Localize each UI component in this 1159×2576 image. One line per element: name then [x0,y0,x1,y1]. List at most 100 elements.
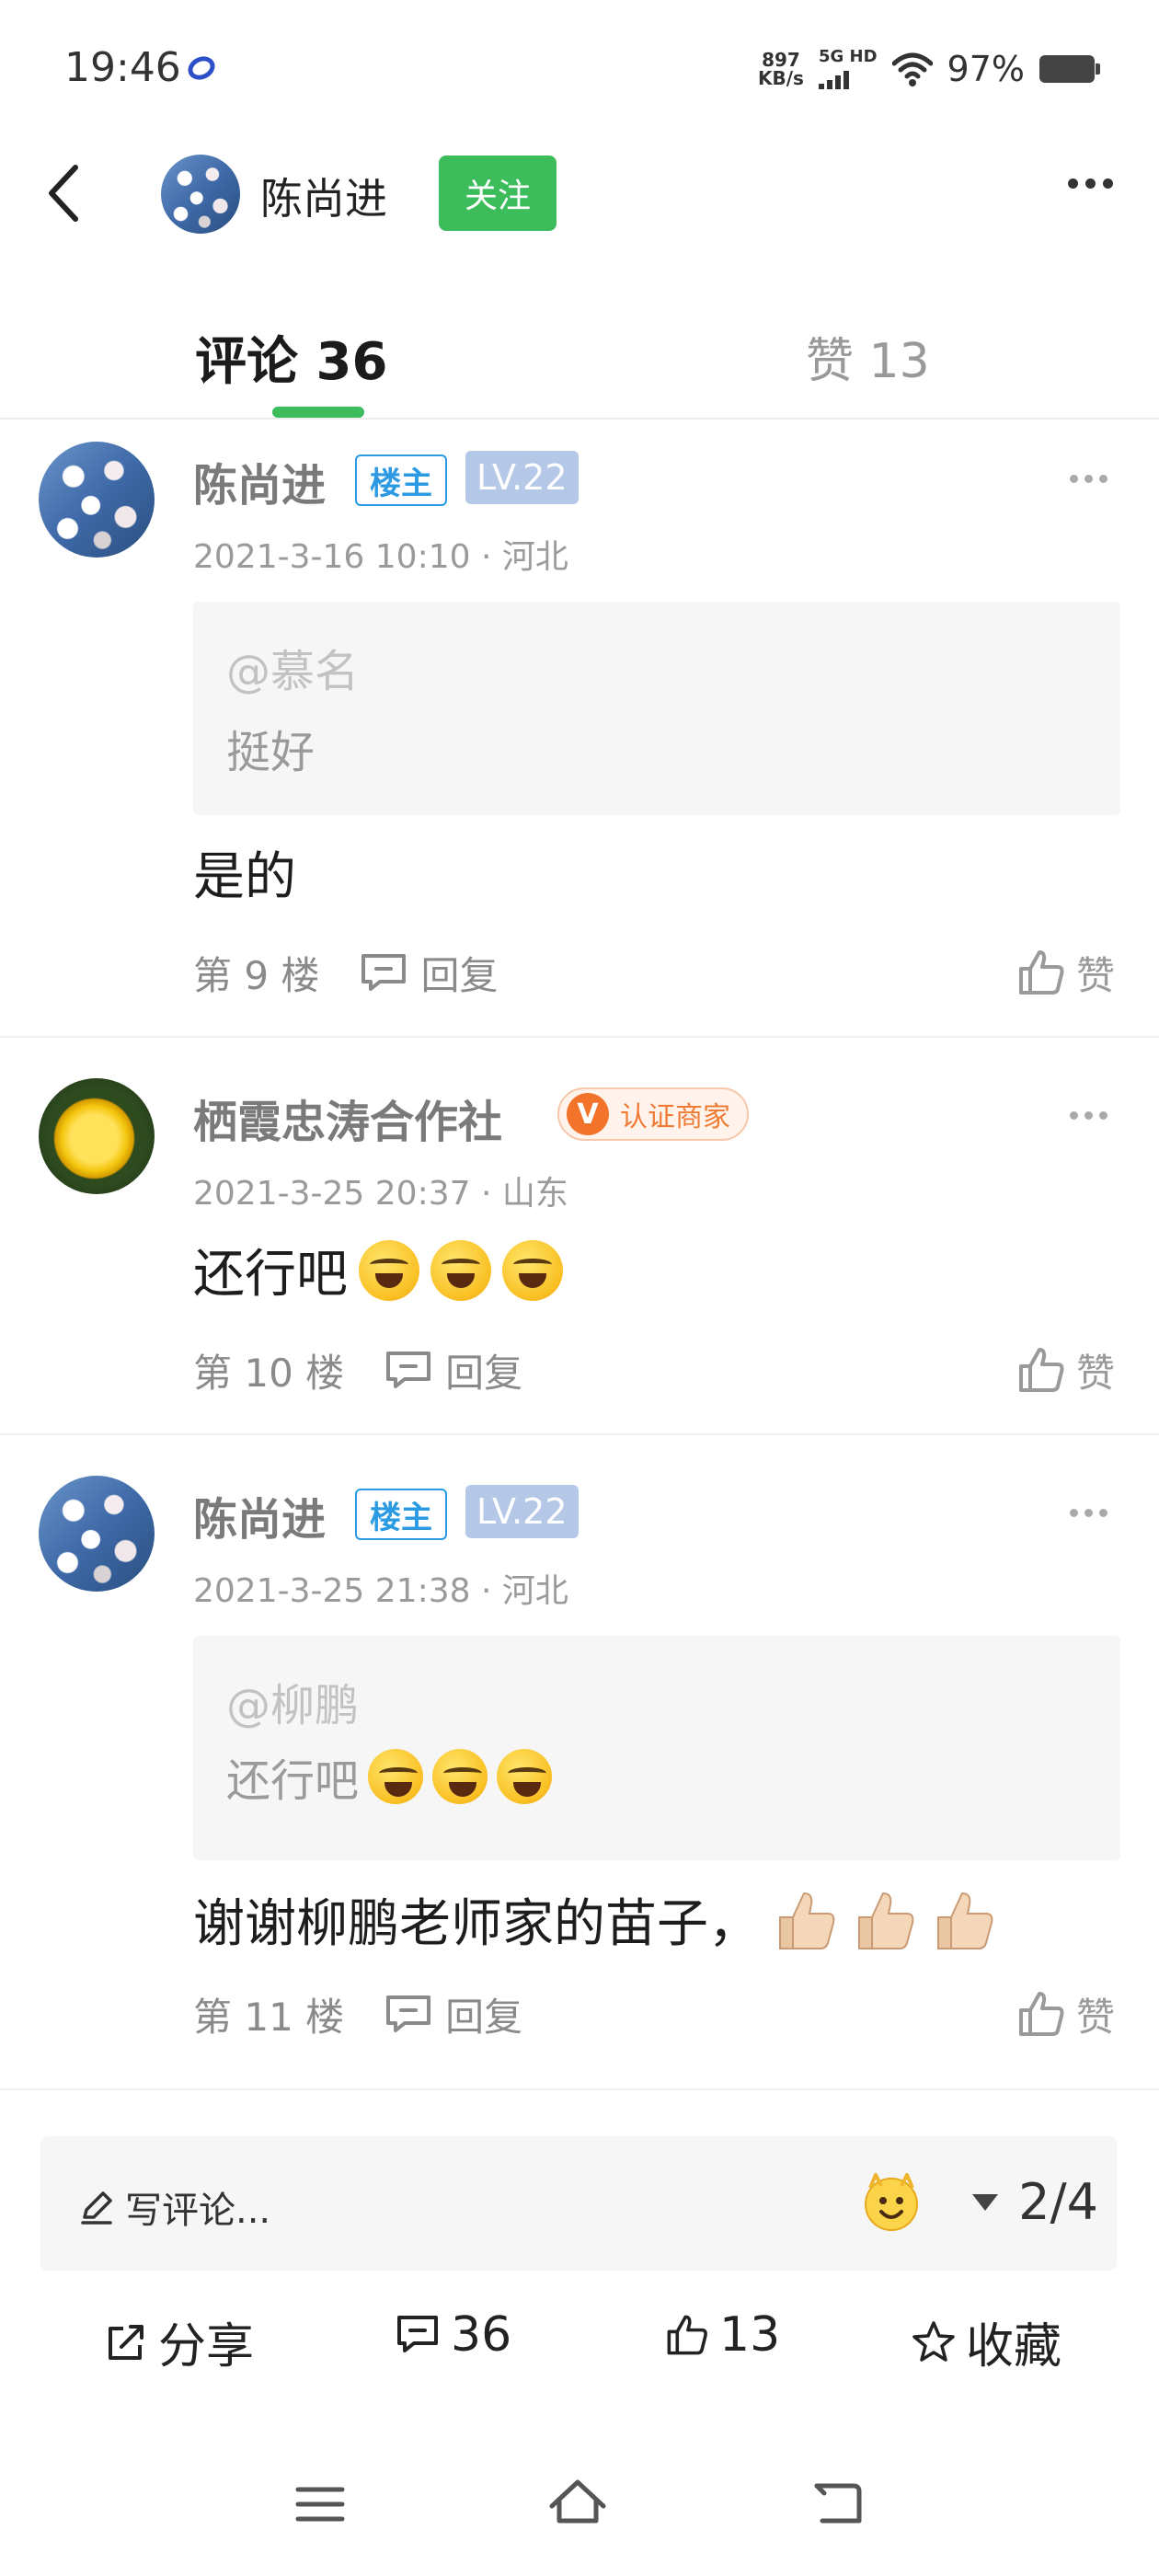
quoted-text: 挺好 [226,727,316,778]
comment-input[interactable]: 写评论... [77,2180,270,2234]
reply-button[interactable]: 回复 [383,1986,522,2042]
status-indicators: 897 KB/s 5G HD 97% [758,46,1100,92]
comment-footer: 第 11 楼 回复 赞 [193,1982,1115,2046]
like-label: 赞 [1075,1350,1115,1396]
app-screen: 19:46 897 KB/s 5G HD 97% 陈尚进 关注 评论 36 赞 … [0,0,1159,2576]
commenter-name[interactable]: 陈尚进 [193,1483,326,1547]
quoted-user: @柳鹏 [226,1680,360,1731]
comment-more-icon[interactable] [1070,475,1107,483]
comment-input-bar[interactable]: 写评论... 2/4 [40,2136,1117,2271]
action-bar: 分享 36 13 收藏 [0,2291,1159,2383]
author-avatar[interactable] [161,155,240,234]
follow-button[interactable]: 关注 [439,155,557,231]
comment-item: 陈尚进 楼主 LV.22 2021-3-16 10:10 · 河北 @慕名 挺好… [0,421,1159,1038]
page-indicator-dropdown[interactable]: 2/4 [972,2173,1098,2231]
comment-text-body: 谢谢柳鹏老师家的苗子， [193,1894,760,1954]
level-badge: LV.22 [465,1485,579,1538]
home-icon[interactable] [548,2475,607,2534]
reply-icon [361,954,407,991]
quoted-text: 还行吧 [226,1744,553,1809]
comment-date: 2021-3-16 10:10 [193,538,471,576]
favorite-label: 收藏 [966,2319,1062,2375]
thumbs-up-icon [1018,1992,1064,2036]
grin-emoji-icon [430,1239,491,1301]
grin-emoji-icon [359,1239,419,1301]
like-post-button[interactable]: 13 [664,2307,780,2363]
header: 陈尚进 关注 [0,138,1159,248]
grin-emoji-icon [502,1239,563,1301]
comment-meta: 2021-3-25 20:37 · 山东 [193,1175,568,1213]
owner-badge: 楼主 [355,1489,447,1540]
comments-count: 36 [451,2307,512,2363]
wifi-icon [891,52,933,86]
signal-label: 5G HD [818,47,878,66]
thumbs-up-icon [1018,950,1064,995]
menu-icon[interactable] [291,2475,350,2534]
floor-number: 第 11 楼 [193,1994,345,2040]
commenter-avatar[interactable] [39,442,155,558]
network-speed-value: 897 [762,49,800,71]
reply-button[interactable]: 回复 [383,1342,522,1398]
comment-meta: 2021-3-25 21:38 · 河北 [193,1572,568,1610]
reply-icon [386,1995,431,2032]
tab-comments[interactable]: 评论 36 [195,320,387,395]
active-tab-indicator [272,407,364,418]
like-button[interactable]: 赞 [1016,945,1115,1001]
pencil-icon [81,2191,112,2225]
commenter-name[interactable]: 栖霞忠涛合作社 [193,1086,502,1150]
like-button[interactable]: 赞 [1016,1986,1115,2042]
dropdown-triangle-icon [972,2193,999,2211]
comment-item: 陈尚进 楼主 LV.22 2021-3-25 21:38 · 河北 @柳鹏 还行… [0,1437,1159,2090]
comment-item: 栖霞忠涛合作社 V 认证商家 2021-3-25 20:37 · 山东 还行吧 … [0,1040,1159,1435]
like-button[interactable]: 赞 [1016,1342,1115,1398]
cell-signal-icon: 5G HD [818,47,878,89]
grin-emoji-icon [432,1749,488,1804]
commenter-avatar[interactable] [39,1476,155,1592]
comment-location: 山东 [501,1175,568,1213]
back-arrow-icon[interactable] [39,155,94,232]
comment-date: 2021-3-25 21:38 [193,1572,471,1610]
comment-text-body: 还行吧 [193,1245,348,1305]
comment-date: 2021-3-25 20:37 [193,1175,471,1213]
level-badge: LV.22 [465,451,579,504]
comment-icon [397,2316,438,2352]
back-nav-icon[interactable] [808,2475,866,2534]
app-status-icon [184,52,219,85]
more-options-icon[interactable] [1068,178,1113,189]
quoted-text-body: 还行吧 [226,1755,360,1807]
likes-count: 13 [719,2307,781,2363]
comments-count-button[interactable]: 36 [394,2307,511,2363]
commenter-avatar[interactable] [39,1078,155,1194]
comment-input-placeholder: 写评论... [125,2190,271,2232]
owner-badge: 楼主 [355,454,447,506]
reply-label: 回复 [420,952,499,998]
quoted-user: @慕名 [226,646,360,697]
comment-text: 是的 [193,847,296,907]
page-indicator: 2/4 [1018,2173,1098,2231]
emoji-picker-icon[interactable] [859,2169,924,2234]
share-button[interactable]: 分享 [103,2307,254,2376]
tab-bar: 评论 36 赞 13 [0,294,1159,420]
system-nav-bar [0,2466,1159,2548]
commenter-name[interactable]: 陈尚进 [193,449,326,513]
author-name[interactable]: 陈尚进 [260,166,387,226]
reply-icon [386,1351,431,1388]
comment-more-icon[interactable] [1070,1509,1107,1517]
comment-more-icon[interactable] [1070,1111,1107,1120]
quoted-comment[interactable]: @柳鹏 还行吧 [193,1636,1120,1860]
reply-button[interactable]: 回复 [358,945,498,1001]
comment-footer: 第 9 楼 回复 赞 [193,940,1115,1005]
comment-text: 谢谢柳鹏老师家的苗子， [193,1882,997,1957]
favorite-button[interactable]: 收藏 [911,2307,1061,2376]
comment-location: 河北 [501,538,568,576]
network-speed: 897 KB/s [758,51,804,87]
quoted-comment[interactable]: @慕名 挺好 [193,602,1120,815]
floor-number: 第 9 楼 [193,952,320,998]
tab-likes[interactable]: 赞 13 [806,322,930,391]
status-bar: 19:46 897 KB/s 5G HD 97% [0,0,1159,138]
like-label: 赞 [1075,952,1115,998]
comment-meta: 2021-3-16 10:10 · 河北 [193,538,568,576]
comment-footer: 第 10 楼 回复 赞 [193,1338,1115,1402]
star-icon [912,2320,955,2362]
grin-emoji-icon [368,1749,424,1804]
